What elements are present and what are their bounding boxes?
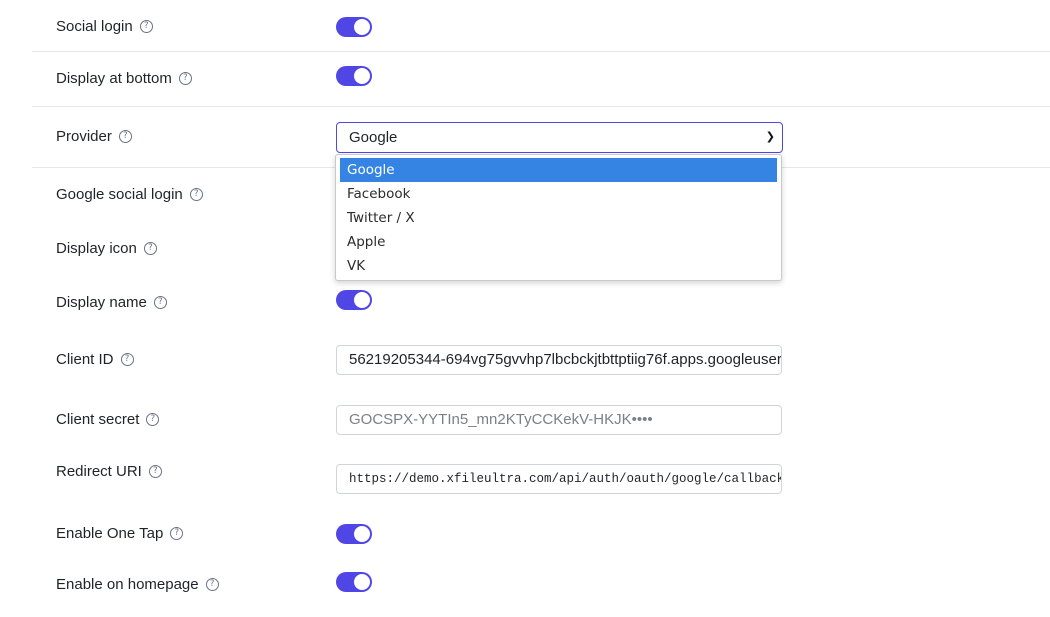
provider-select[interactable]: Google ❯ xyxy=(336,122,783,153)
help-icon[interactable]: ? xyxy=(170,527,184,540)
help-icon[interactable]: ? xyxy=(189,188,203,201)
display-at-bottom-toggle[interactable] xyxy=(336,66,372,86)
help-icon[interactable]: ? xyxy=(143,242,157,255)
google-social-login-label: Google social login ? xyxy=(56,186,203,203)
help-icon[interactable]: ? xyxy=(178,72,192,85)
help-icon[interactable]: ? xyxy=(146,413,160,426)
help-icon[interactable]: ? xyxy=(118,130,132,143)
client-secret-input[interactable]: GOCSPX-YYTIn5_mn2KTyCCKekV-HKJK•••• xyxy=(336,405,782,435)
display-at-bottom-label: Display at bottom ? xyxy=(56,70,192,87)
redirect-uri-input[interactable]: https://demo.xfileultra.com/api/auth/oau… xyxy=(336,464,782,494)
toggle-knob xyxy=(354,292,370,308)
client-id-input[interactable]: 56219205344-694vg75gvvhp7lbcbckjtbttptii… xyxy=(336,345,782,375)
divider xyxy=(32,51,1050,52)
client-id-label: Client ID ? xyxy=(56,351,134,368)
redirect-uri-label: Redirect URI ? xyxy=(56,463,162,480)
display-name-label: Display name ? xyxy=(56,294,167,311)
enable-one-tap-toggle[interactable] xyxy=(336,524,372,544)
provider-option-facebook[interactable]: Facebook xyxy=(340,182,777,206)
provider-option-twitter[interactable]: Twitter / X xyxy=(340,206,777,230)
chevron-down-icon: ❯ xyxy=(765,131,775,143)
client-secret-label: Client secret ? xyxy=(56,411,160,428)
enable-on-homepage-label: Enable on homepage ? xyxy=(56,576,219,593)
help-icon[interactable]: ? xyxy=(139,20,153,33)
provider-option-apple[interactable]: Apple xyxy=(340,230,777,254)
social-login-label: Social login ? xyxy=(56,18,153,35)
provider-selected-value: Google xyxy=(349,129,398,146)
provider-option-google[interactable]: Google xyxy=(340,158,777,182)
toggle-knob xyxy=(354,574,370,590)
help-icon[interactable]: ? xyxy=(120,353,134,366)
enable-one-tap-label: Enable One Tap ? xyxy=(56,525,184,542)
enable-on-homepage-toggle[interactable] xyxy=(336,572,372,592)
toggle-knob xyxy=(354,19,370,35)
help-icon[interactable]: ? xyxy=(148,465,162,478)
divider xyxy=(32,106,1050,107)
display-name-toggle[interactable] xyxy=(336,290,372,310)
help-icon[interactable]: ? xyxy=(205,578,219,591)
toggle-knob xyxy=(354,526,370,542)
help-icon[interactable]: ? xyxy=(153,296,167,309)
display-icon-label: Display icon ? xyxy=(56,240,157,257)
provider-option-vk[interactable]: VK xyxy=(340,254,777,278)
toggle-knob xyxy=(354,68,370,84)
provider-label: Provider ? xyxy=(56,128,132,145)
provider-dropdown-list: Google Facebook Twitter / X Apple VK xyxy=(335,154,782,281)
social-login-toggle[interactable] xyxy=(336,17,372,37)
